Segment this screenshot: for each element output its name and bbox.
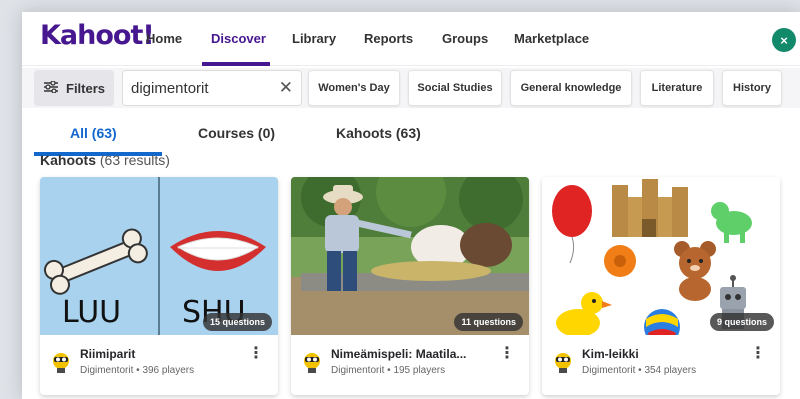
nav-reports[interactable]: Reports [364, 31, 413, 46]
browser-window: Kahoot! Home Discover Library Reports Gr… [22, 12, 800, 399]
search-box: ✕ [122, 70, 302, 106]
clear-search-icon[interactable]: ✕ [279, 78, 293, 98]
more-options-icon[interactable]: ⋮ [750, 343, 766, 363]
nav-active-indicator [202, 62, 270, 66]
creator-avatar-icon [555, 353, 571, 373]
filters-button[interactable]: Filters [34, 70, 114, 106]
thumb-word-left: LUU [62, 295, 122, 330]
card-thumbnail: 9 questions [542, 177, 780, 335]
nav-marketplace[interactable]: Marketplace [514, 31, 589, 46]
card-subtitle: Digimentorit • 396 players [80, 365, 194, 376]
kahoot-card[interactable]: 11 questions Nimeämispeli: Maatila... Di… [291, 177, 529, 395]
kahoot-card[interactable]: 9 questions Kim-leikki Digimentorit • 35… [542, 177, 780, 395]
card-title[interactable]: Nimeämispeli: Maatila... [331, 347, 491, 361]
chip-general-knowledge[interactable]: General knowledge [510, 70, 632, 106]
card-thumbnail: LUU SHU 15 questions [40, 177, 278, 335]
tab-kahoots[interactable]: Kahoots (63) [336, 125, 421, 141]
tab-courses[interactable]: Courses (0) [198, 125, 275, 141]
sliders-icon [44, 80, 58, 96]
card-meta: Riimiparit Digimentorit • 396 players ⋮ [40, 335, 278, 395]
separator-dot: • [638, 365, 642, 376]
card-players: 396 players [142, 365, 195, 376]
yoyo-icon [604, 245, 636, 277]
card-thumbnail: 11 questions [291, 177, 529, 335]
close-icon[interactable]: × [772, 28, 796, 52]
kahoot-card[interactable]: LUU SHU 15 questions Riimiparit Digiment… [40, 177, 278, 395]
question-count-badge: 15 questions [202, 313, 272, 331]
filters-label: Filters [66, 80, 106, 96]
results-count: (63 results) [99, 152, 170, 168]
castle-icon [612, 179, 688, 237]
card-meta: Kim-leikki Digimentorit • 354 players ⋮ [542, 335, 780, 395]
top-navigation: Kahoot! Home Discover Library Reports Gr… [22, 12, 800, 66]
card-subtitle: Digimentorit • 354 players [582, 365, 696, 376]
card-subtitle: Digimentorit • 195 players [331, 365, 445, 376]
more-options-icon[interactable]: ⋮ [499, 343, 515, 363]
nav-groups[interactable]: Groups [442, 31, 488, 46]
chip-womens-day[interactable]: Women's Day [308, 70, 400, 106]
card-creator[interactable]: Digimentorit [582, 365, 635, 376]
question-count-badge: 11 questions [454, 313, 523, 331]
card-players: 195 players [393, 365, 446, 376]
creator-avatar-icon [304, 353, 320, 373]
more-options-icon[interactable]: ⋮ [248, 343, 264, 363]
question-count-badge: 9 questions [709, 313, 774, 331]
card-meta: Nimeämispeli: Maatila... Digimentorit • … [291, 335, 529, 395]
search-input[interactable] [131, 79, 271, 97]
results-title: Kahoots [40, 152, 96, 168]
tab-all[interactable]: All (63) [70, 125, 117, 141]
separator-dot: • [136, 365, 140, 376]
card-title[interactable]: Kim-leikki [582, 347, 742, 361]
card-players: 354 players [644, 365, 697, 376]
creator-avatar-icon [53, 353, 69, 373]
nav-home[interactable]: Home [146, 31, 182, 46]
chip-literature[interactable]: Literature [640, 70, 714, 106]
separator-dot: • [387, 365, 391, 376]
results-heading: Kahoots (63 results) [40, 152, 170, 168]
card-creator[interactable]: Digimentorit [80, 365, 133, 376]
nav-discover[interactable]: Discover [211, 31, 266, 46]
card-creator[interactable]: Digimentorit [331, 365, 384, 376]
chip-history[interactable]: History [722, 70, 782, 106]
chip-social-studies[interactable]: Social Studies [408, 70, 502, 106]
card-title[interactable]: Riimiparit [80, 347, 240, 361]
kahoot-logo[interactable]: Kahoot! [40, 20, 155, 51]
nav-library[interactable]: Library [292, 31, 336, 46]
